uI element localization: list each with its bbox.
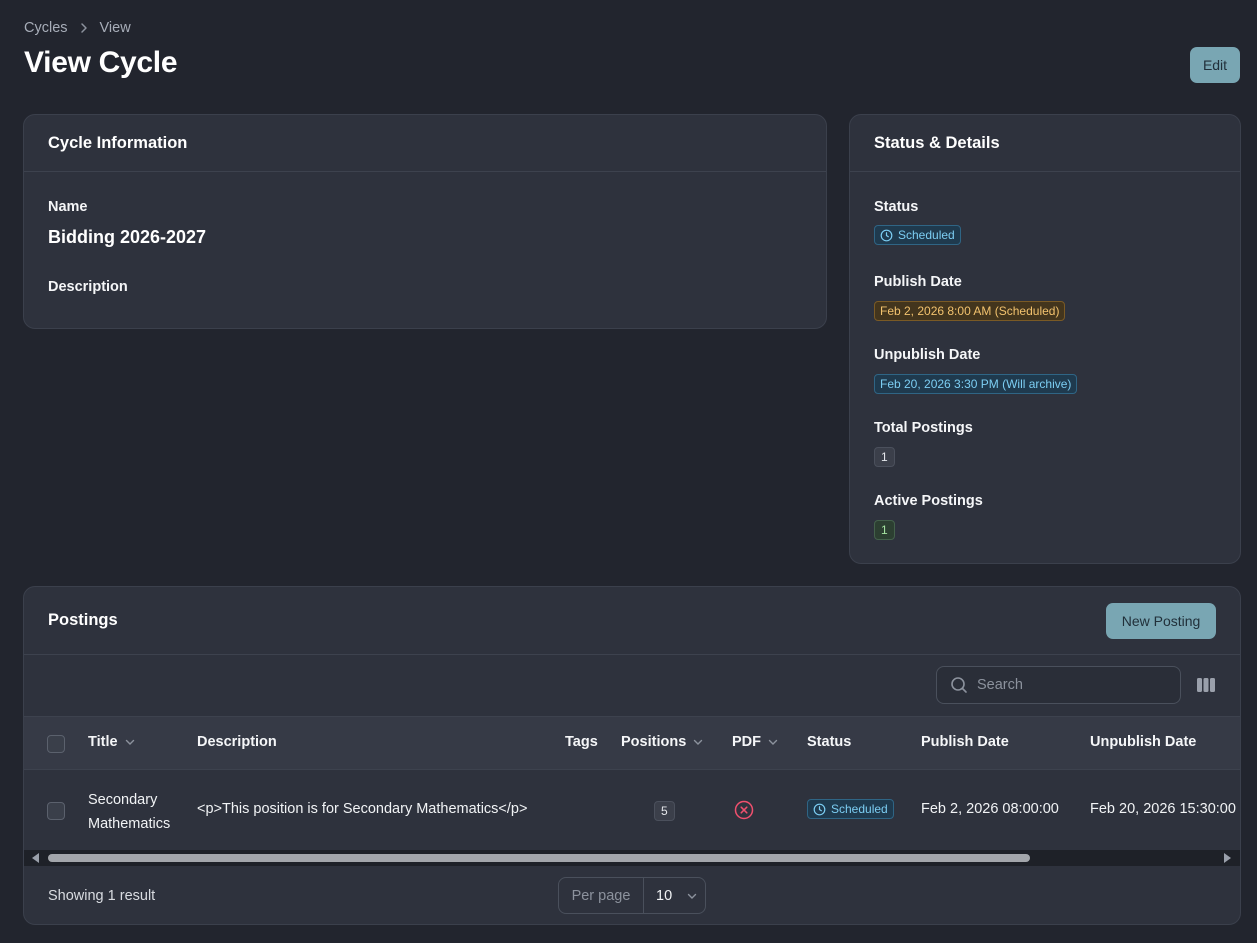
postings-header: Postings New Posting (24, 587, 1240, 655)
page-title: View Cycle (24, 46, 178, 79)
positions-badge: 5 (654, 801, 675, 821)
row-title-line1: Secondary (88, 792, 158, 808)
row-status-text: Scheduled (831, 802, 888, 816)
publish-date-badge: Feb 2, 2026 8:00 AM (Scheduled) (874, 301, 1066, 321)
per-page-label: Per page (559, 878, 644, 913)
column-tags-label: Tags (565, 734, 598, 750)
scroll-left-arrow-icon[interactable] (32, 853, 39, 863)
active-postings-label: Active Postings (874, 493, 983, 509)
chevron-right-icon (78, 22, 90, 34)
row-unpublish-date: Feb 20, 2026 15:30:00 (1090, 801, 1236, 817)
row-title: Secondary Mathematics (88, 788, 170, 836)
unpublish-date-badge: Feb 20, 2026 3:30 PM (Will archive) (874, 374, 1078, 394)
column-pdf-label: PDF (732, 734, 761, 750)
search-box[interactable] (936, 666, 1181, 704)
row-positions: 5 (654, 801, 675, 821)
column-publish-date-label: Publish Date (921, 734, 1009, 750)
chevron-down-icon (686, 890, 698, 902)
table-header: Title Description Tags Positions PDF Sta… (24, 717, 1240, 770)
search-icon (950, 676, 968, 694)
name-label: Name (48, 199, 88, 215)
unpublish-date-label: Unpublish Date (874, 347, 981, 363)
select-all-checkbox[interactable] (47, 735, 65, 753)
column-header-description: Description (197, 734, 277, 750)
column-description-label: Description (197, 734, 277, 750)
name-value: Bidding 2026-2027 (48, 227, 207, 247)
column-positions-label: Positions (621, 734, 687, 750)
per-page-control: Per page 10 (558, 877, 706, 914)
row-description: <p>This position is for Secondary Mathem… (197, 801, 528, 817)
clock-icon (813, 803, 826, 816)
total-postings-badge: 1 (874, 447, 895, 467)
row-title-line2: Mathematics (88, 816, 171, 832)
column-header-tags: Tags (565, 734, 598, 750)
column-unpublish-date-label: Unpublish Date (1090, 734, 1197, 750)
row-checkbox[interactable] (47, 802, 65, 820)
chevron-down-icon (767, 736, 779, 748)
total-postings-label: Total Postings (874, 420, 973, 436)
breadcrumb: Cycles View (24, 20, 131, 36)
column-status-label: Status (807, 734, 852, 750)
edit-button[interactable]: Edit (1190, 47, 1240, 83)
active-postings-badge: 1 (874, 520, 895, 540)
status-details-card: Status & Details Status Scheduled Publis… (849, 114, 1241, 564)
horizontal-scrollbar[interactable] (24, 850, 1240, 866)
table-footer: Showing 1 result Per page 10 (24, 866, 1240, 924)
chevron-down-icon (692, 736, 704, 748)
chevron-down-icon (124, 736, 136, 748)
cycle-information-card: Cycle Information Name Bidding 2026-2027… (23, 114, 827, 329)
table-toolbar (24, 655, 1240, 717)
search-input[interactable] (977, 677, 1157, 693)
column-header-positions[interactable]: Positions (621, 734, 704, 750)
column-header-publish-date: Publish Date (921, 734, 1009, 750)
status-badge-text: Scheduled (898, 228, 955, 242)
per-page-value: 10 (656, 887, 673, 904)
table-row[interactable]: Secondary Mathematics <p>This position i… (24, 770, 1240, 850)
new-posting-button[interactable]: New Posting (1106, 602, 1216, 639)
postings-card: Postings New Posting Title Description T… (23, 586, 1241, 925)
publish-date-label: Publish Date (874, 274, 962, 290)
row-status: Scheduled (807, 799, 894, 820)
per-page-select[interactable]: 10 (644, 888, 705, 904)
column-header-title[interactable]: Title (88, 734, 136, 750)
scrollbar-thumb[interactable] (48, 854, 1030, 862)
description-label: Description (48, 279, 128, 295)
column-header-pdf[interactable]: PDF (732, 734, 779, 750)
row-publish-date: Feb 2, 2026 08:00:00 (921, 801, 1059, 817)
scroll-right-arrow-icon[interactable] (1224, 853, 1231, 863)
status-label: Status (874, 199, 919, 215)
clock-icon (880, 229, 893, 242)
pdf-missing-icon (734, 800, 754, 824)
cycle-information-header: Cycle Information (24, 115, 826, 172)
results-count: Showing 1 result (48, 888, 156, 904)
columns-toggle-icon[interactable] (1196, 676, 1216, 694)
row-status-badge: Scheduled (807, 799, 894, 819)
postings-title: Postings (48, 611, 118, 629)
status-badge: Scheduled (874, 225, 961, 245)
column-title-label: Title (88, 734, 118, 750)
status-details-header: Status & Details (850, 115, 1240, 172)
column-header-status: Status (807, 734, 851, 750)
breadcrumb-cycles-link[interactable]: Cycles (24, 20, 68, 36)
breadcrumb-current: View (99, 20, 131, 36)
column-header-unpublish-date: Unpublish Date (1090, 734, 1196, 750)
